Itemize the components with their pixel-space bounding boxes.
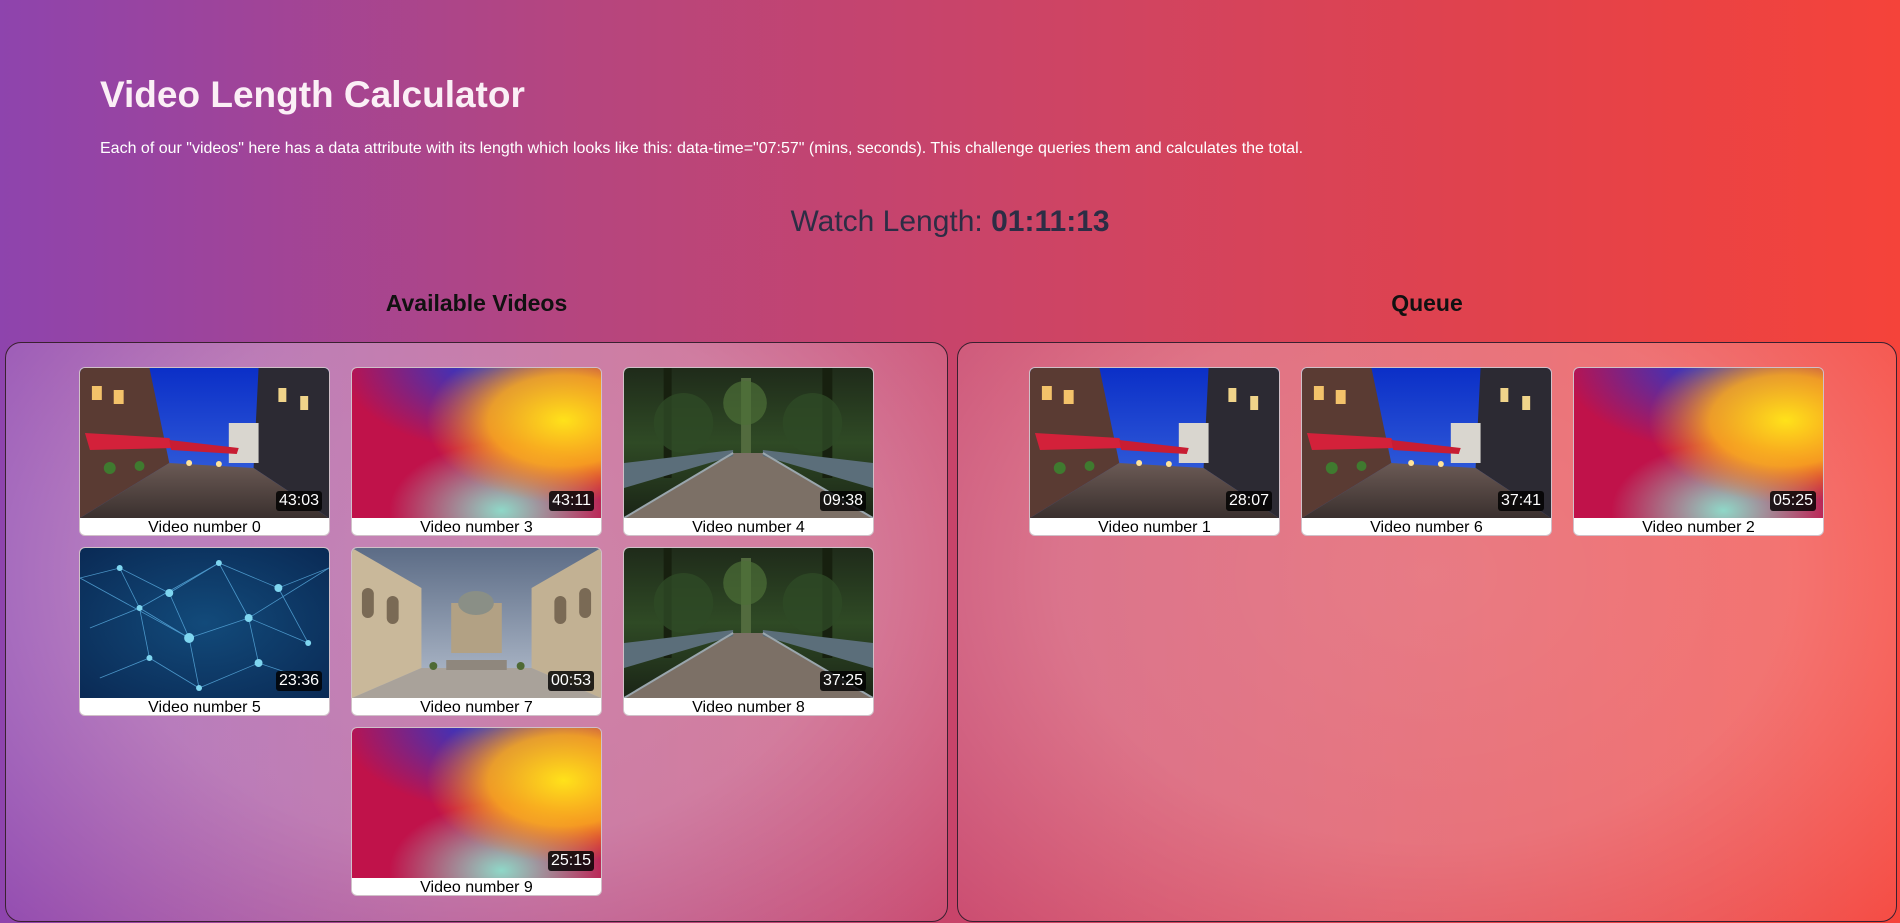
video-thumbnail: 43:03 [80, 368, 329, 518]
video-label: Video number 4 [692, 519, 805, 536]
video-thumbnail: 09:38 [624, 368, 873, 518]
video-label: Video number 6 [1370, 519, 1483, 536]
video-thumbnail: 05:25 [1574, 368, 1823, 518]
video-thumbnail: 25:15 [352, 728, 601, 878]
video-duration: 00:53 [547, 671, 594, 691]
video-label: Video number 5 [148, 699, 261, 716]
queue-panel[interactable]: 28:07 Video number 1 37:41 Video number 6 … [957, 342, 1897, 922]
queue-video-card[interactable]: 28:07 Video number 1 [1029, 367, 1280, 536]
queue-heading: Queue [1391, 290, 1463, 316]
video-thumbnail: 23:36 [80, 548, 329, 698]
video-label: Video number 9 [420, 879, 533, 896]
video-duration: 05:25 [1769, 491, 1816, 511]
page-header: Video Length Calculator Each of our "vid… [100, 72, 1800, 157]
video-duration: 09:38 [819, 491, 866, 511]
video-label: Video number 0 [148, 519, 261, 536]
video-duration: 37:41 [1497, 491, 1544, 511]
video-card[interactable]: 37:25 Video number 8 [623, 547, 874, 716]
video-thumbnail: 37:25 [624, 548, 873, 698]
video-label: Video number 8 [692, 699, 805, 716]
watch-length-value: 01:11:13 [991, 205, 1110, 238]
watch-length: Watch Length: 01:11:13 [0, 202, 1900, 242]
video-thumbnail: 37:41 [1302, 368, 1551, 518]
video-card[interactable]: 23:36 Video number 5 [79, 547, 330, 716]
video-duration: 28:07 [1225, 491, 1272, 511]
page-title: Video Length Calculator [100, 74, 525, 115]
video-card[interactable]: 43:11 Video number 3 [351, 367, 602, 536]
video-duration: 37:25 [819, 671, 866, 691]
queue-video-card[interactable]: 37:41 Video number 6 [1301, 367, 1552, 536]
video-thumbnail: 00:53 [352, 548, 601, 698]
video-card[interactable]: 25:15 Video number 9 [351, 727, 602, 896]
page-description: Each of our "videos" here has a data att… [100, 140, 1304, 157]
available-videos-heading: Available Videos [385, 290, 568, 316]
video-thumbnail: 43:11 [352, 368, 601, 518]
video-label: Video number 7 [420, 699, 533, 716]
video-card[interactable]: 09:38 Video number 4 [623, 367, 874, 536]
video-card[interactable]: 00:53 Video number 7 [351, 547, 602, 716]
available-videos-panel[interactable]: 43:03 Video number 0 43:11 Video number 3 … [5, 342, 948, 922]
video-label: Video number 1 [1098, 519, 1211, 536]
video-duration: 25:15 [547, 851, 594, 871]
video-duration: 43:11 [549, 491, 594, 511]
video-duration: 43:03 [275, 491, 322, 511]
video-thumbnail: 28:07 [1030, 368, 1279, 518]
queue-video-card[interactable]: 05:25 Video number 2 [1573, 367, 1824, 536]
video-card[interactable]: 43:03 Video number 0 [79, 367, 330, 536]
video-duration: 23:36 [275, 671, 322, 691]
watch-length-label: Watch Length: [790, 205, 983, 238]
video-label: Video number 2 [1642, 519, 1755, 536]
video-label: Video number 3 [420, 519, 533, 536]
